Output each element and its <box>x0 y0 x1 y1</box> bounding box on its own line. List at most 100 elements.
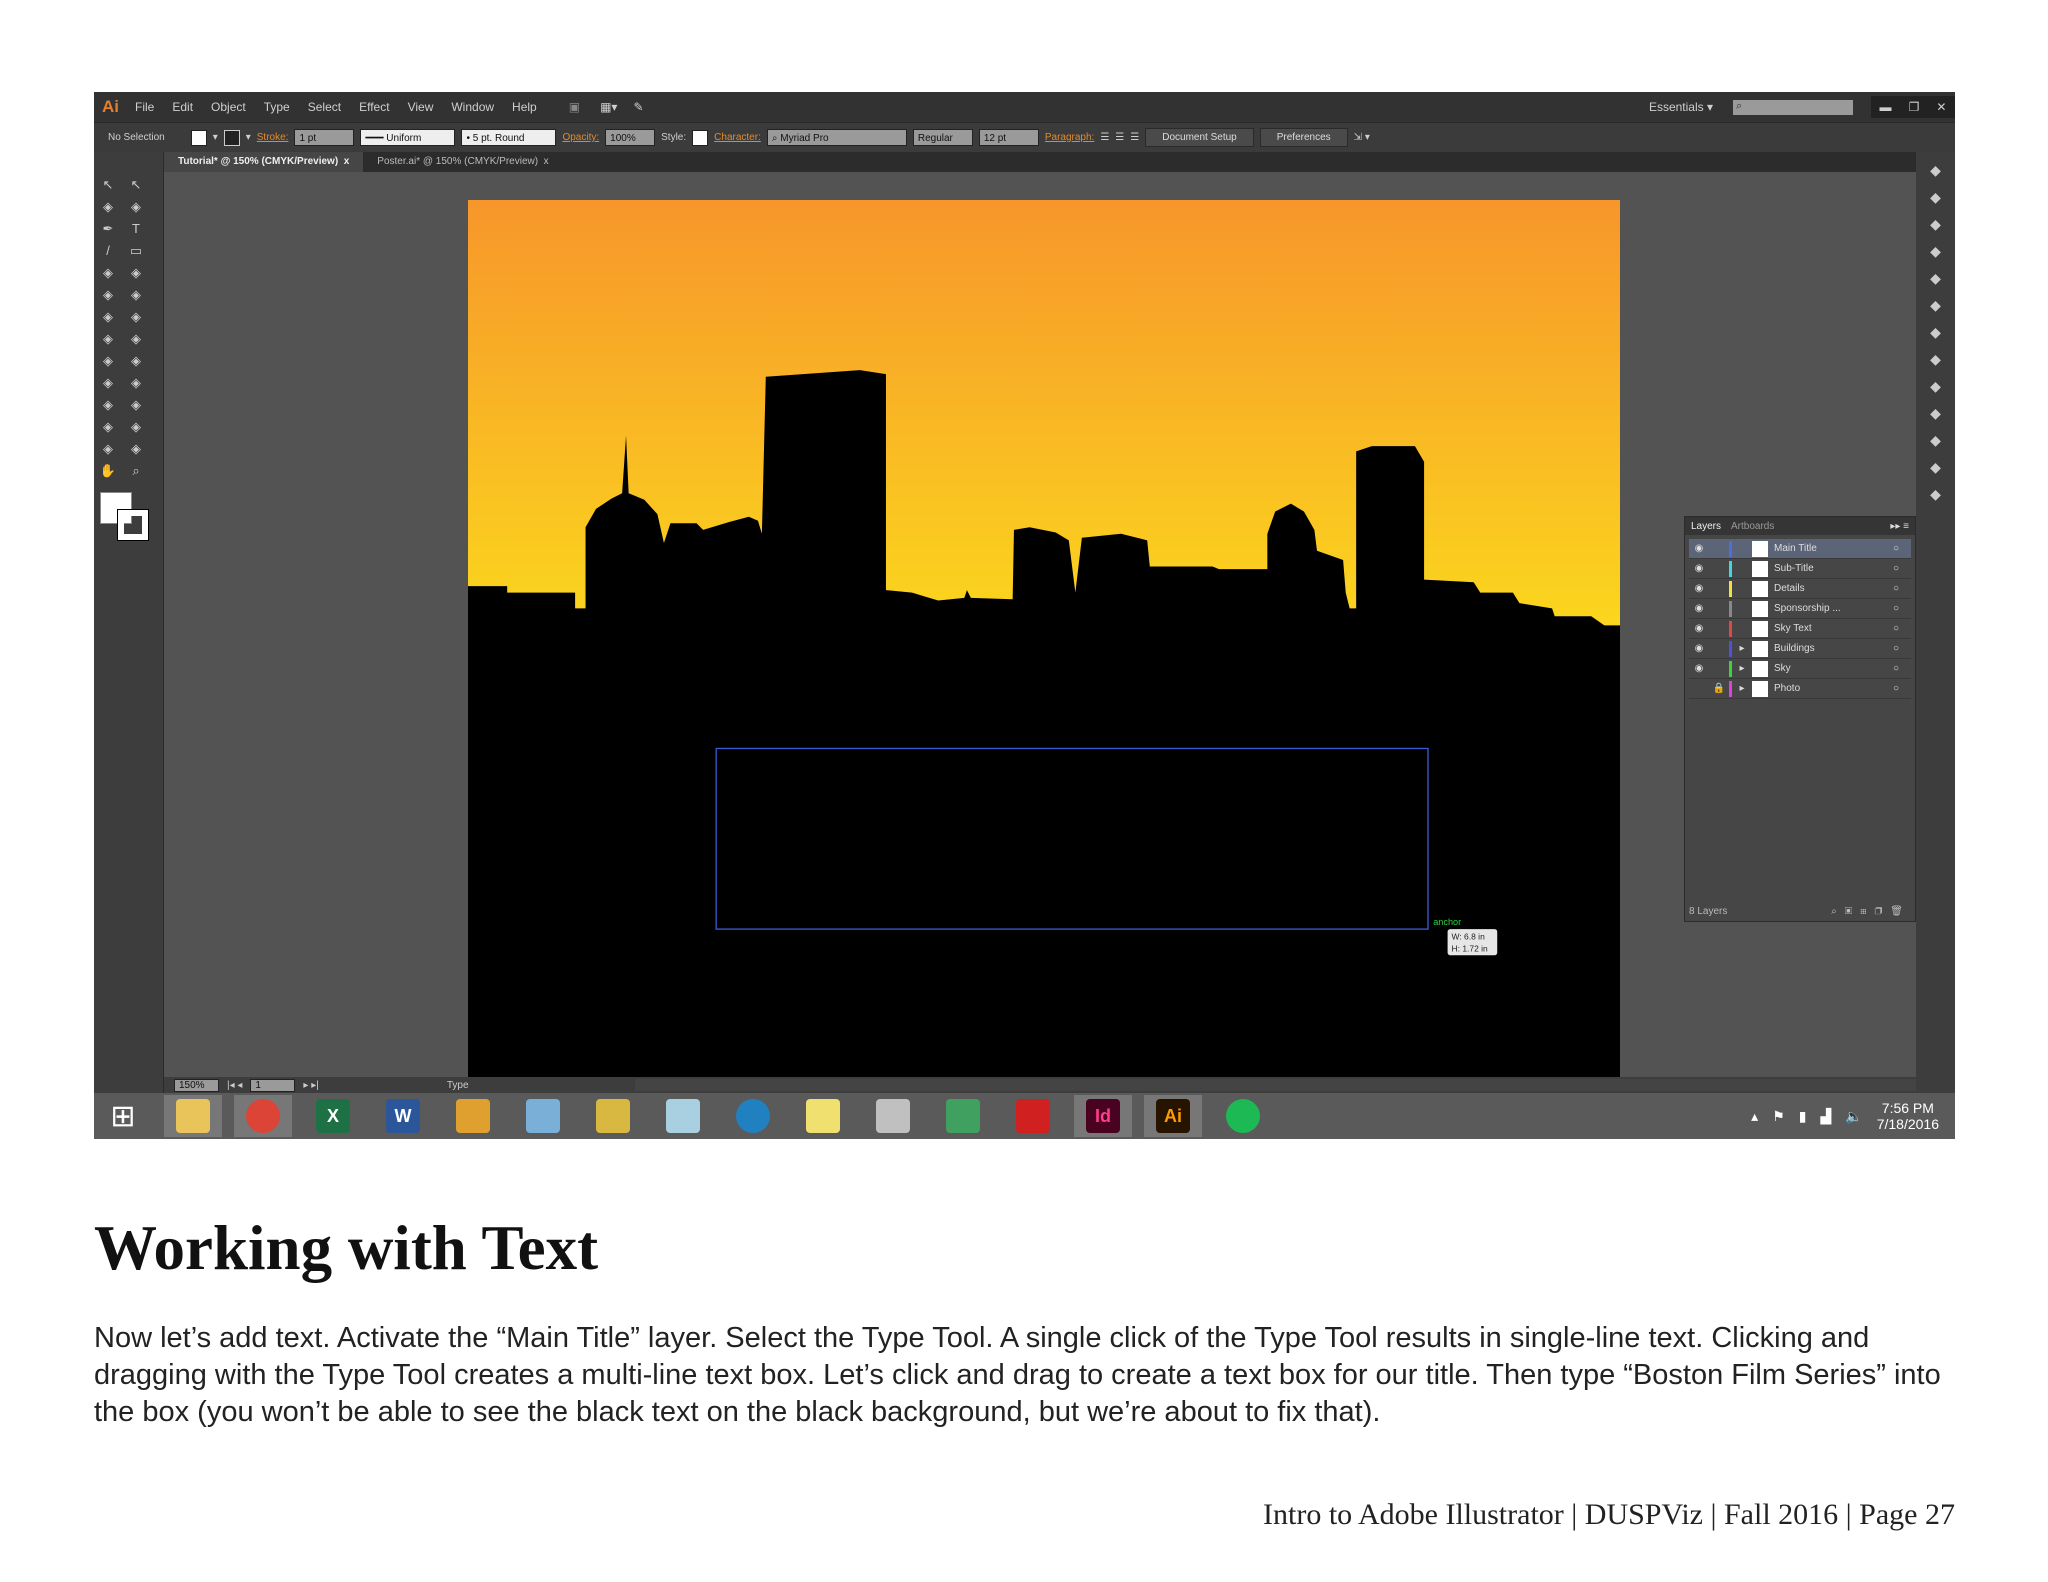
eyedropper-tool-icon[interactable]: ◈ <box>99 397 117 413</box>
panel-menu-icon[interactable]: ▸▸ ≡ <box>1890 521 1909 532</box>
expand-arrow-icon[interactable]: ▸ <box>1732 663 1752 674</box>
color-panel-icon[interactable]: ◆ <box>1916 162 1955 179</box>
menu-edit[interactable]: Edit <box>172 100 193 114</box>
taskbar-search-app[interactable] <box>724 1095 782 1137</box>
align-left-icon[interactable]: ☰ <box>1100 132 1109 143</box>
volume-icon[interactable]: 🔈 <box>1845 1108 1862 1125</box>
artboard[interactable]: anchor W: 6.8 in H: 1.72 in <box>468 200 1620 1077</box>
expand-arrow-icon[interactable]: ▸ <box>1732 683 1752 694</box>
fill-dropdown[interactable]: ▾ <box>213 132 218 143</box>
target-icon[interactable]: ○ <box>1881 583 1911 594</box>
battery-icon[interactable]: ▮ <box>1799 1108 1807 1125</box>
target-icon[interactable]: ○ <box>1881 683 1911 694</box>
shape-builder-tool-icon[interactable]: ◈ <box>99 353 117 369</box>
tab-artboards[interactable]: Artboards <box>1731 521 1774 532</box>
taskbar-illustrator[interactable]: Ai <box>1144 1095 1202 1137</box>
taskbar-spotify[interactable] <box>1214 1095 1272 1137</box>
variable-width-profile[interactable]: ━━━ Uniform <box>360 129 456 146</box>
symbols-panel-icon[interactable]: ◆ <box>1916 270 1955 287</box>
type-tool-icon[interactable]: T <box>127 221 145 237</box>
taskbar-file-cabinet[interactable] <box>584 1095 642 1137</box>
lasso-tool-icon[interactable]: ◈ <box>127 199 145 215</box>
symbol-sprayer-tool-icon[interactable]: ◈ <box>99 419 117 435</box>
taskbar-indesign[interactable]: Id <box>1074 1095 1132 1137</box>
new-sublayer-icon[interactable]: ⊞ <box>1860 906 1874 917</box>
artboard-nav-next-icon[interactable]: ▸ ▸| <box>303 1080 318 1091</box>
taskbar-paint[interactable] <box>864 1095 922 1137</box>
perspective-grid-tool-icon[interactable]: ◈ <box>127 353 145 369</box>
tab-layers[interactable]: Layers <box>1691 521 1721 532</box>
layer-name[interactable]: Sponsorship ... <box>1774 603 1881 614</box>
hand-tool-icon[interactable]: ✋ <box>99 463 117 479</box>
stroke-dropdown[interactable]: ▾ <box>246 132 251 143</box>
layer-row[interactable]: 🔒 ▸ Photo ○ <box>1689 679 1911 699</box>
opacity-link[interactable]: Opacity: <box>562 132 599 143</box>
selection-tool-icon[interactable]: ↖ <box>99 177 117 193</box>
stroke-swatch[interactable] <box>223 129 240 146</box>
arrange-icon[interactable]: ⇲ ▾ <box>1354 132 1370 143</box>
gpu-performance-icon[interactable]: ✎ <box>633 100 643 114</box>
lock-icon[interactable]: 🔒 <box>1709 683 1729 694</box>
eye-icon[interactable]: ◉ <box>1689 623 1709 634</box>
bridge-icon[interactable]: ▣ <box>569 100 580 114</box>
new-layer-icon[interactable]: ❐ <box>1875 906 1891 917</box>
paragraph-link[interactable]: Paragraph: <box>1045 132 1094 143</box>
taskbar-calculator[interactable] <box>514 1095 572 1137</box>
target-icon[interactable]: ○ <box>1881 643 1911 654</box>
eye-icon[interactable]: ◉ <box>1689 643 1709 654</box>
menu-object[interactable]: Object <box>211 100 246 114</box>
eye-icon[interactable]: ◉ <box>1689 583 1709 594</box>
paintbrush-tool-icon[interactable]: ◈ <box>99 265 117 281</box>
expand-arrow-icon[interactable]: ▸ <box>1732 643 1752 654</box>
artboard-field[interactable]: 1 <box>250 1078 296 1092</box>
close-tab-icon[interactable]: x <box>344 156 350 167</box>
layer-row[interactable]: ◉ Sky Text ○ <box>1689 619 1911 639</box>
pencil-tool-icon[interactable]: ◈ <box>127 265 145 281</box>
mesh-tool-icon[interactable]: ◈ <box>99 375 117 391</box>
layer-row[interactable]: ◉ Sponsorship ... ○ <box>1689 599 1911 619</box>
rectangle-tool-icon[interactable]: ▭ <box>127 243 145 259</box>
pen-tool-icon[interactable]: ✒ <box>99 221 117 237</box>
clock[interactable]: 7:56 PM 7/18/2016 <box>1877 1100 1939 1132</box>
stroke-panel-icon[interactable]: ◆ <box>1916 297 1955 314</box>
signal-icon[interactable]: ▟ <box>1820 1108 1831 1125</box>
eye-icon[interactable]: ◉ <box>1689 603 1709 614</box>
transform-panel-icon[interactable]: ◆ <box>1916 486 1955 503</box>
rotate-tool-icon[interactable]: ◈ <box>99 309 117 325</box>
layer-name[interactable]: Buildings <box>1774 643 1881 654</box>
layer-row[interactable]: ◉ ▸ Sky ○ <box>1689 659 1911 679</box>
menu-window[interactable]: Window <box>451 100 494 114</box>
swatches-panel-icon[interactable]: ◆ <box>1916 216 1955 233</box>
start-button[interactable]: ⊞ <box>94 1095 152 1137</box>
gradient-panel-icon[interactable]: ◆ <box>1916 324 1955 341</box>
target-icon[interactable]: ○ <box>1881 563 1911 574</box>
document-setup-button[interactable]: Document Setup <box>1145 128 1254 147</box>
taskbar-snipping[interactable] <box>444 1095 502 1137</box>
taskbar-sync[interactable] <box>934 1095 992 1137</box>
target-icon[interactable]: ○ <box>1881 543 1911 554</box>
clipping-mask-icon[interactable]: ▣ <box>1845 906 1861 917</box>
menu-effect[interactable]: Effect <box>359 100 389 114</box>
direct-selection-tool-icon[interactable]: ↖ <box>127 177 145 193</box>
appearance-panel-icon[interactable]: ◆ <box>1916 378 1955 395</box>
artboard-tool-icon[interactable]: ◈ <box>99 441 117 457</box>
stroke-color[interactable] <box>117 509 149 541</box>
layer-name[interactable]: Sky <box>1774 663 1881 674</box>
taskbar-acrobat[interactable] <box>1004 1095 1062 1137</box>
font-size-field[interactable]: 12 pt <box>978 129 1039 146</box>
font-family-field[interactable]: ⌕ Myriad Pro <box>766 129 907 146</box>
close-icon[interactable]: ✕ <box>1936 100 1946 114</box>
minimize-icon[interactable]: ▬ <box>1880 100 1892 114</box>
align-center-icon[interactable]: ☰ <box>1115 132 1124 143</box>
artboard-nav-prev-icon[interactable]: |◂ ◂ <box>227 1080 242 1091</box>
stroke-weight-field[interactable]: 1 pt <box>294 129 355 146</box>
tab-poster[interactable]: Poster.ai* @ 150% (CMYK/Preview) x <box>363 152 562 172</box>
font-style-field[interactable]: Regular <box>912 129 973 146</box>
color-guide-panel-icon[interactable]: ◆ <box>1916 189 1955 206</box>
magic-wand-tool-icon[interactable]: ◈ <box>99 199 117 215</box>
close-tab-icon[interactable]: x <box>544 156 549 167</box>
trash-icon[interactable]: 🗑 <box>1890 906 1911 917</box>
locate-object-icon[interactable]: ⌕ <box>1831 906 1845 917</box>
opacity-field[interactable]: 100% <box>605 129 656 146</box>
action-center-icon[interactable]: ⚑ <box>1772 1108 1785 1125</box>
